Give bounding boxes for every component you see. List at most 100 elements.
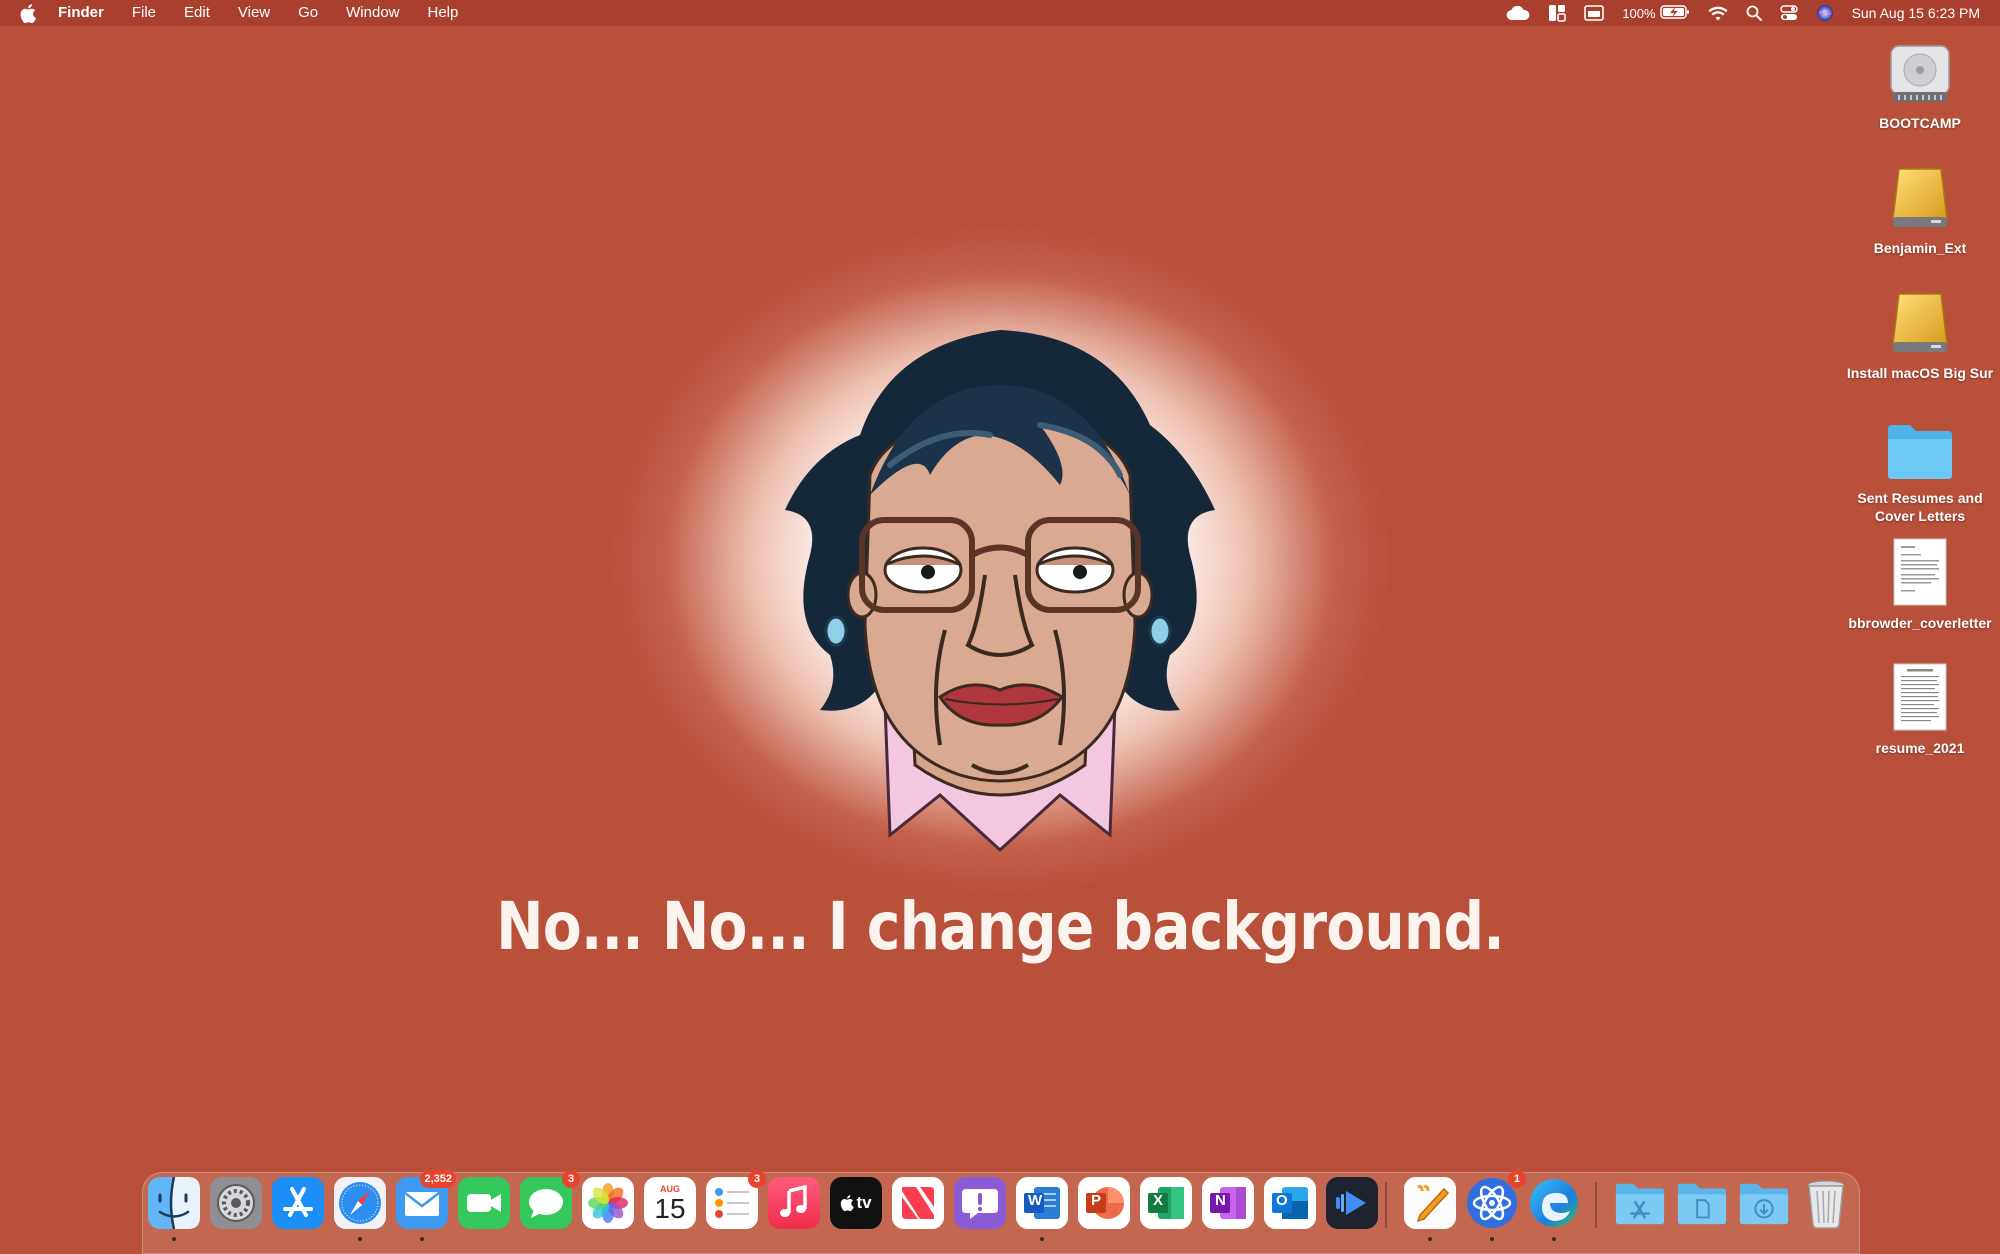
dock-app-music[interactable]: [768, 1177, 820, 1229]
menu-clock[interactable]: Sun Aug 15 6:23 PM: [1852, 0, 1980, 26]
apple-menu-icon[interactable]: [20, 3, 38, 23]
music-note-icon: [768, 1177, 820, 1229]
dock-trash[interactable]: [1800, 1177, 1852, 1229]
outlook-letter: O: [1276, 1192, 1288, 1209]
battery-icon: [1659, 4, 1690, 22]
running-indicator: [1490, 1237, 1494, 1241]
running-indicator: [358, 1237, 362, 1241]
dock-app-tv[interactable]: tv: [830, 1177, 882, 1229]
messages-badge: 3: [562, 1170, 580, 1188]
dock-app-news[interactable]: [892, 1177, 944, 1229]
desktop-item-label: Install macOS Big Sur: [1846, 365, 1994, 381]
desktop-item-bootcamp[interactable]: BOOTCAMP: [1840, 34, 2000, 132]
battery-percent: 100%: [1622, 5, 1656, 21]
menu-bar: Finder File Edit View Go Window Help 100…: [0, 0, 2000, 26]
desktop-item-install-macos[interactable]: Install macOS Big Sur: [1840, 284, 2000, 382]
feedback-exclamation-icon: [954, 1177, 1006, 1229]
menu-app-finder[interactable]: Finder: [58, 0, 118, 26]
dock-app-feedback-assistant[interactable]: [954, 1177, 1006, 1229]
window-manager-icon[interactable]: [1584, 0, 1605, 26]
running-indicator: [1428, 1237, 1432, 1241]
dock-separator: [1385, 1182, 1387, 1228]
running-indicator: [1552, 1237, 1556, 1241]
dock-app-calendar[interactable]: AUG 15: [644, 1177, 696, 1229]
menu-help[interactable]: Help: [414, 0, 473, 26]
reminders-badge: 3: [748, 1170, 766, 1188]
excel-letter: X: [1153, 1192, 1164, 1209]
outlook-icon: [1264, 1177, 1316, 1229]
dock-app-messages[interactable]: 3: [520, 1170, 580, 1229]
siri-icon[interactable]: [1816, 0, 1834, 26]
tv-label: tv: [856, 1193, 872, 1212]
dock-folder-downloads[interactable]: [1738, 1177, 1790, 1229]
dock-app-powerpoint[interactable]: P: [1078, 1177, 1130, 1229]
play-icon: [1326, 1177, 1378, 1229]
folder-icon: [1884, 409, 1956, 481]
downloads-folder-icon: [1739, 1183, 1789, 1225]
dock-app-atom[interactable]: 1: [1466, 1170, 1526, 1229]
desktop-item-sent-resumes[interactable]: Sent Resumes and Cover Letters: [1840, 409, 2000, 525]
spotlight-search-icon[interactable]: [1746, 0, 1762, 26]
wallpaper-caption: No... No... I change background.: [496, 888, 1505, 965]
dock-app-pages[interactable]: [1404, 1177, 1456, 1229]
menu-go[interactable]: Go: [284, 0, 332, 26]
layout-grid-icon[interactable]: [1548, 0, 1567, 26]
dock-app-app-store[interactable]: [272, 1177, 324, 1229]
onenote-icon: [1202, 1177, 1254, 1229]
dock-app-mail[interactable]: 2,352: [396, 1170, 456, 1229]
dock-app-reminders[interactable]: 3: [706, 1170, 766, 1229]
desktop-item-coverletter[interactable]: bbrowder_coverletter: [1840, 534, 2000, 632]
desktop-item-resume[interactable]: resume_2021: [1840, 659, 2000, 757]
mail-badge: 2,352: [420, 1170, 456, 1188]
gear-icon: [210, 1177, 262, 1229]
applications-folder-icon: [1615, 1183, 1665, 1225]
dock-app-finder[interactable]: [148, 1177, 200, 1229]
running-indicator: [1040, 1237, 1044, 1241]
external-drive-icon: [1884, 284, 1956, 356]
trash-icon: [1807, 1180, 1845, 1229]
cloud-icon[interactable]: [1506, 0, 1530, 26]
onenote-letter: N: [1215, 1192, 1226, 1209]
finder-icon: [148, 1177, 200, 1229]
dock-app-onenote[interactable]: N: [1202, 1177, 1254, 1229]
running-indicator: [420, 1237, 424, 1241]
powerpoint-letter: P: [1091, 1192, 1102, 1209]
desktop-item-benjamin-ext[interactable]: Benjamin_Ext: [1840, 159, 2000, 257]
document-icon: [1884, 534, 1956, 606]
edge-icon: [1530, 1179, 1578, 1227]
desktop-item-label: Sent Resumes and Cover Letters: [1857, 490, 1983, 524]
menu-window[interactable]: Window: [332, 0, 413, 26]
calendar-day: 15: [654, 1193, 686, 1224]
external-drive-icon: [1884, 159, 1956, 231]
menu-view[interactable]: View: [224, 0, 284, 26]
desktop-item-label: Benjamin_Ext: [1873, 240, 1967, 256]
dock-app-movie-player[interactable]: [1326, 1177, 1378, 1229]
news-icon: [892, 1177, 944, 1229]
dock-app-system-preferences[interactable]: [210, 1177, 262, 1229]
dock-separator: [1595, 1182, 1597, 1228]
dock-app-safari[interactable]: [334, 1177, 386, 1229]
video-camera-icon: [458, 1177, 510, 1229]
desktop-item-label: resume_2021: [1875, 740, 1965, 756]
menu-file[interactable]: File: [118, 0, 170, 26]
pen-icon: [1404, 1177, 1456, 1229]
word-letter: W: [1028, 1192, 1043, 1209]
dock-app-outlook[interactable]: O: [1264, 1177, 1316, 1229]
menu-edit[interactable]: Edit: [170, 0, 224, 26]
dock-app-edge[interactable]: [1528, 1177, 1580, 1229]
wallpaper-portrait: [740, 325, 1260, 865]
dock-app-photos[interactable]: [582, 1177, 634, 1229]
app-store-icon: [272, 1177, 324, 1229]
wifi-icon[interactable]: [1708, 0, 1728, 26]
atom-badge: 1: [1508, 1170, 1526, 1188]
dock-folder-applications[interactable]: [1614, 1177, 1666, 1229]
documents-folder-icon: [1677, 1183, 1727, 1225]
dock-app-word[interactable]: W: [1016, 1177, 1068, 1229]
running-indicator: [172, 1237, 176, 1241]
dock-folder-documents[interactable]: [1676, 1177, 1728, 1229]
battery-status[interactable]: 100%: [1622, 0, 1689, 26]
apple-logo-icon: [841, 1195, 855, 1211]
control-center-icon[interactable]: [1779, 0, 1798, 26]
dock-app-facetime[interactable]: [458, 1177, 510, 1229]
dock-app-excel[interactable]: X: [1140, 1177, 1192, 1229]
